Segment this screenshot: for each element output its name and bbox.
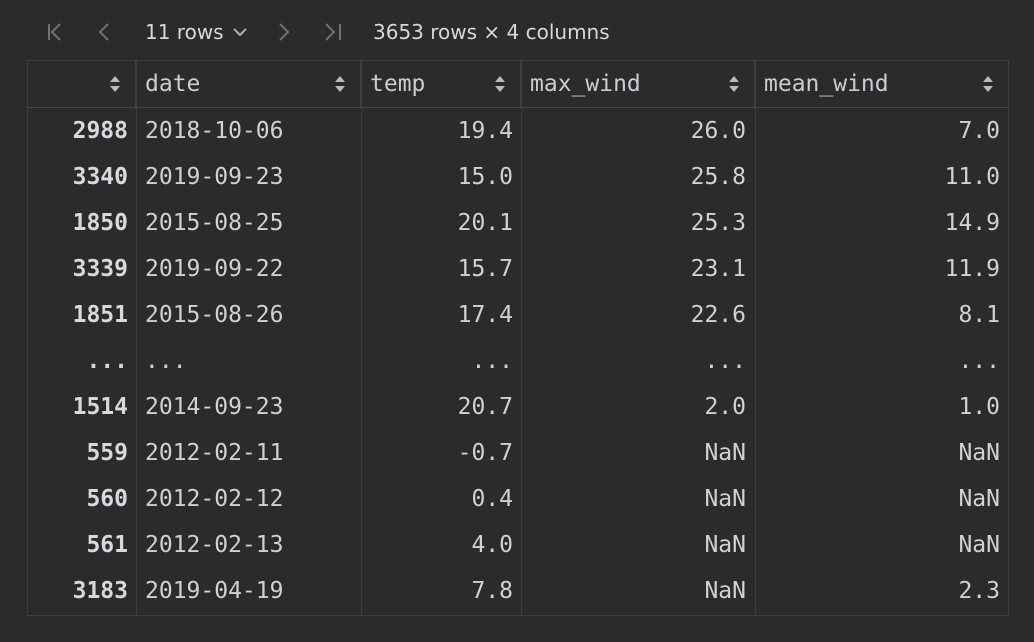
row-index: 1514 xyxy=(72,394,128,420)
cell-mean-wind: NaN xyxy=(958,440,1000,466)
cell-temp: 15.0 xyxy=(457,164,513,190)
cell-max-wind: ... xyxy=(704,348,746,374)
cell-date: 2019-04-19 xyxy=(145,578,284,604)
cell-mean-wind: NaN xyxy=(958,486,1000,512)
table-row[interactable]: ............... xyxy=(28,338,1008,384)
column-header-label: temp xyxy=(370,71,426,97)
column-header-label: date xyxy=(145,71,201,97)
cell-max-wind: 25.3 xyxy=(690,210,746,236)
cell-mean-wind: 7.0 xyxy=(958,118,1000,144)
cell-mean-wind: 11.0 xyxy=(944,164,1000,190)
table-row[interactable]: 561 2012-02-13 4.0 NaN NaN xyxy=(28,522,1008,568)
row-index: 1850 xyxy=(72,210,128,236)
cell-date: 2012-02-11 xyxy=(145,440,284,466)
table-row[interactable]: 2988 2018-10-06 19.4 26.0 7.0 xyxy=(28,108,1008,154)
cell-max-wind: NaN xyxy=(704,578,746,604)
cell-mean-wind: 11.9 xyxy=(944,256,1000,282)
table-toolbar: 11 rows 3653 rows × 4 columns xyxy=(0,0,1034,60)
row-index: 3340 xyxy=(72,164,128,190)
cell-mean-wind: ... xyxy=(958,348,1000,374)
sort-icon[interactable] xyxy=(334,74,346,94)
cell-max-wind: 2.0 xyxy=(704,394,746,420)
cell-max-wind: NaN xyxy=(704,440,746,466)
cell-temp: 20.7 xyxy=(457,394,513,420)
column-header-date[interactable]: date xyxy=(136,61,361,107)
cell-date: 2014-09-23 xyxy=(145,394,284,420)
cell-date: 2018-10-06 xyxy=(145,118,284,144)
sort-icon[interactable] xyxy=(494,74,506,94)
cell-max-wind: NaN xyxy=(704,486,746,512)
rows-per-page-label: 11 rows xyxy=(145,20,224,44)
table-row[interactable]: 1850 2015-08-25 20.1 25.3 14.9 xyxy=(28,200,1008,246)
rows-per-page-dropdown[interactable]: 11 rows xyxy=(145,18,248,46)
cell-mean-wind: NaN xyxy=(958,532,1000,558)
cell-temp: 15.7 xyxy=(457,256,513,282)
cell-temp: 17.4 xyxy=(457,302,513,328)
cell-temp: 4.0 xyxy=(471,532,513,558)
next-page-icon[interactable] xyxy=(268,14,298,50)
cell-temp: 0.4 xyxy=(471,486,513,512)
row-index: ... xyxy=(86,348,128,374)
sort-icon[interactable] xyxy=(982,74,994,94)
cell-date: ... xyxy=(145,348,187,374)
cell-mean-wind: 8.1 xyxy=(958,302,1000,328)
table-row[interactable]: 1514 2014-09-23 20.7 2.0 1.0 xyxy=(28,384,1008,430)
chevron-down-icon xyxy=(232,28,247,37)
cell-date: 2015-08-25 xyxy=(145,210,284,236)
cell-temp: 20.1 xyxy=(457,210,513,236)
column-header-max-wind[interactable]: max_wind xyxy=(521,61,755,107)
cell-temp: -0.7 xyxy=(457,440,513,466)
table-row[interactable]: 3339 2019-09-22 15.7 23.1 11.9 xyxy=(28,246,1008,292)
row-index: 3339 xyxy=(72,256,128,282)
table-row[interactable]: 3183 2019-04-19 7.8 NaN 2.3 xyxy=(28,568,1008,614)
row-index: 561 xyxy=(86,532,128,558)
sort-icon[interactable] xyxy=(109,74,121,94)
table-row[interactable]: 3340 2019-09-23 15.0 25.8 11.0 xyxy=(28,154,1008,200)
column-header-mean-wind[interactable]: mean_wind xyxy=(755,61,1008,107)
cell-max-wind: 25.8 xyxy=(690,164,746,190)
cell-temp: ... xyxy=(471,348,513,374)
cell-date: 2012-02-13 xyxy=(145,532,284,558)
cell-max-wind: 26.0 xyxy=(690,118,746,144)
cell-mean-wind: 1.0 xyxy=(958,394,1000,420)
table-row[interactable]: 560 2012-02-12 0.4 NaN NaN xyxy=(28,476,1008,522)
first-page-icon[interactable] xyxy=(38,14,72,50)
cell-mean-wind: 14.9 xyxy=(944,210,1000,236)
row-index: 1851 xyxy=(72,302,128,328)
cell-date: 2019-09-23 xyxy=(145,164,284,190)
sort-icon[interactable] xyxy=(728,74,740,94)
table-header: date temp max_wind mean_wind xyxy=(28,61,1008,108)
cell-date: 2019-09-22 xyxy=(145,256,284,282)
last-page-icon[interactable] xyxy=(316,14,350,50)
table-shape-info: 3653 rows × 4 columns xyxy=(373,20,610,44)
column-header-index[interactable] xyxy=(28,61,136,107)
column-header-label: mean_wind xyxy=(764,71,889,97)
row-index: 2988 xyxy=(72,118,128,144)
column-header-label: max_wind xyxy=(530,71,641,97)
column-header-temp[interactable]: temp xyxy=(361,61,521,107)
prev-page-icon[interactable] xyxy=(90,14,120,50)
cell-date: 2015-08-26 xyxy=(145,302,284,328)
row-index: 559 xyxy=(86,440,128,466)
data-table: date temp max_wind mean_wind 2988 2018-10… xyxy=(27,60,1009,616)
cell-date: 2012-02-12 xyxy=(145,486,284,512)
cell-max-wind: NaN xyxy=(704,532,746,558)
cell-max-wind: 22.6 xyxy=(690,302,746,328)
row-index: 560 xyxy=(86,486,128,512)
cell-mean-wind: 2.3 xyxy=(958,578,1000,604)
cell-max-wind: 23.1 xyxy=(690,256,746,282)
cell-temp: 7.8 xyxy=(471,578,513,604)
row-index: 3183 xyxy=(72,578,128,604)
table-row[interactable]: 1851 2015-08-26 17.4 22.6 8.1 xyxy=(28,292,1008,338)
table-row[interactable]: 559 2012-02-11 -0.7 NaN NaN xyxy=(28,430,1008,476)
cell-temp: 19.4 xyxy=(457,118,513,144)
